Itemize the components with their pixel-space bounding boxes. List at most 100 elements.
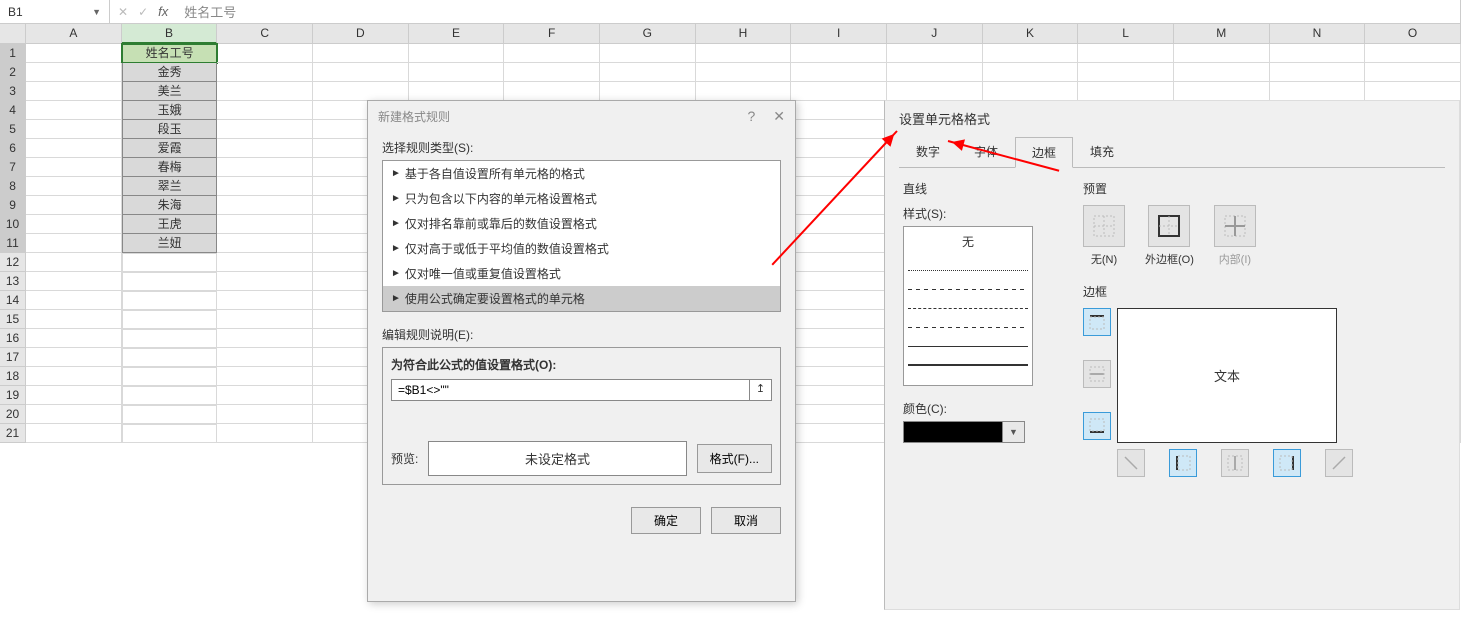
column-header[interactable]: D — [313, 24, 409, 44]
cell[interactable] — [791, 272, 887, 291]
column-header[interactable]: A — [26, 24, 122, 44]
column-header[interactable]: C — [217, 24, 313, 44]
rule-type-item[interactable]: ► 仅对高于或低于平均值的数值设置格式 — [383, 236, 780, 261]
column-header[interactable]: B — [122, 24, 218, 44]
row-header[interactable]: 11 — [0, 234, 26, 253]
border-middle-h-button[interactable] — [1083, 360, 1111, 388]
cell[interactable]: 金秀 — [122, 63, 218, 82]
row-header[interactable]: 17 — [0, 348, 26, 367]
cell[interactable]: 美兰 — [122, 82, 218, 101]
cell[interactable] — [217, 196, 313, 215]
cell[interactable] — [409, 63, 505, 82]
cell[interactable] — [217, 310, 313, 329]
cell[interactable] — [409, 44, 505, 63]
cell[interactable] — [1270, 82, 1366, 101]
cell[interactable] — [217, 405, 313, 424]
cell[interactable] — [791, 196, 887, 215]
cell[interactable] — [791, 253, 887, 272]
cell[interactable]: 段玉 — [122, 120, 218, 139]
cell[interactable] — [791, 405, 887, 424]
formula-input[interactable]: 姓名工号 — [176, 2, 1460, 21]
row-header[interactable]: 7 — [0, 158, 26, 177]
cell[interactable] — [122, 329, 218, 348]
cell[interactable] — [217, 44, 313, 63]
cell[interactable] — [791, 348, 887, 367]
cell[interactable] — [1078, 63, 1174, 82]
cell[interactable] — [887, 63, 983, 82]
format-tab[interactable]: 边框 — [1015, 137, 1073, 168]
row-header[interactable]: 21 — [0, 424, 26, 443]
cell[interactable] — [26, 272, 122, 291]
cell[interactable] — [26, 329, 122, 348]
cell[interactable] — [791, 44, 887, 63]
cell[interactable] — [504, 82, 600, 101]
cell[interactable] — [1270, 63, 1366, 82]
row-header[interactable]: 4 — [0, 101, 26, 120]
cell[interactable] — [122, 291, 218, 310]
column-header[interactable]: F — [504, 24, 600, 44]
cell[interactable] — [217, 158, 313, 177]
cell[interactable] — [26, 234, 122, 253]
cell[interactable] — [122, 253, 218, 272]
cell[interactable] — [791, 386, 887, 405]
color-dropdown-icon[interactable]: ▼ — [1003, 421, 1025, 443]
cell[interactable] — [217, 424, 313, 443]
rule-type-item[interactable]: ► 只为包含以下内容的单元格设置格式 — [383, 186, 780, 211]
cell[interactable] — [26, 158, 122, 177]
row-header[interactable]: 12 — [0, 253, 26, 272]
cell[interactable] — [791, 101, 887, 120]
cell[interactable] — [696, 82, 792, 101]
cell[interactable] — [1174, 82, 1270, 101]
cell[interactable] — [122, 310, 218, 329]
cell[interactable] — [26, 63, 122, 82]
row-header[interactable]: 5 — [0, 120, 26, 139]
style-dashdot2[interactable] — [908, 316, 1028, 328]
cell[interactable] — [26, 139, 122, 158]
cell[interactable]: 兰妞 — [122, 234, 218, 253]
line-style-list[interactable]: 无 — [903, 226, 1033, 386]
cell[interactable] — [600, 44, 696, 63]
cell[interactable]: 翠兰 — [122, 177, 218, 196]
cell[interactable] — [122, 386, 218, 405]
style-dotted[interactable] — [908, 259, 1028, 271]
cell[interactable] — [791, 158, 887, 177]
help-icon[interactable]: ? — [747, 108, 755, 125]
column-header[interactable]: G — [600, 24, 696, 44]
cell[interactable] — [504, 63, 600, 82]
cell[interactable] — [122, 367, 218, 386]
style-none[interactable]: 无 — [908, 231, 1028, 252]
cell[interactable] — [217, 253, 313, 272]
cell[interactable] — [217, 101, 313, 120]
cell[interactable] — [1174, 63, 1270, 82]
row-header[interactable]: 1 — [0, 44, 26, 63]
cell[interactable] — [26, 253, 122, 272]
cell[interactable] — [26, 215, 122, 234]
rule-type-list[interactable]: ► 基于各自值设置所有单元格的格式► 只为包含以下内容的单元格设置格式► 仅对排… — [382, 160, 781, 312]
rule-type-item[interactable]: ► 仅对排名靠前或靠后的数值设置格式 — [383, 211, 780, 236]
cancel-icon[interactable]: ✕ — [118, 5, 128, 19]
cell[interactable] — [791, 291, 887, 310]
cell[interactable] — [217, 291, 313, 310]
cell[interactable] — [791, 329, 887, 348]
cell[interactable] — [217, 120, 313, 139]
cell[interactable] — [696, 63, 792, 82]
row-header[interactable]: 16 — [0, 329, 26, 348]
preset-item[interactable]: 外边框(O) — [1145, 205, 1194, 267]
cell[interactable] — [217, 367, 313, 386]
column-header[interactable]: M — [1174, 24, 1270, 44]
cell[interactable] — [504, 44, 600, 63]
cell[interactable] — [313, 44, 409, 63]
cell[interactable] — [1174, 44, 1270, 63]
cell[interactable] — [1365, 82, 1461, 101]
cell[interactable] — [26, 44, 122, 63]
row-header[interactable]: 15 — [0, 310, 26, 329]
fx-icon[interactable]: fx — [158, 4, 168, 19]
cell[interactable] — [217, 348, 313, 367]
close-icon[interactable]: ✕ — [773, 108, 785, 125]
cell[interactable] — [217, 82, 313, 101]
cell[interactable] — [791, 215, 887, 234]
cell[interactable] — [409, 82, 505, 101]
row-header[interactable]: 2 — [0, 63, 26, 82]
cell[interactable] — [313, 63, 409, 82]
cell[interactable] — [26, 196, 122, 215]
